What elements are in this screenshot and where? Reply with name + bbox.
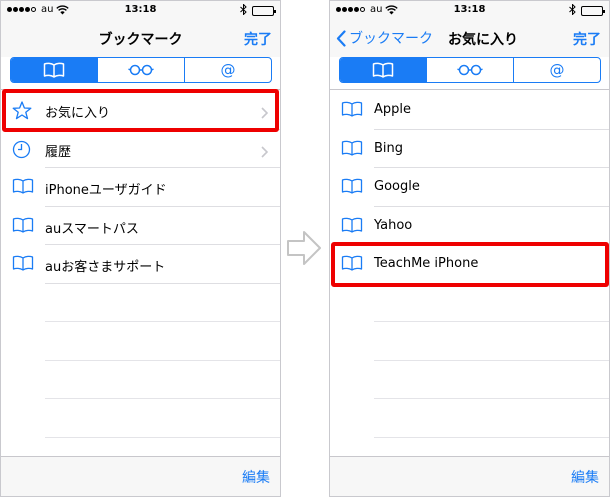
empty-row: [330, 399, 609, 438]
empty-row: [330, 361, 609, 400]
back-button[interactable]: ブックマーク: [336, 28, 433, 48]
list-item-bookmark[interactable]: Bing: [330, 130, 609, 169]
list-item-bookmark[interactable]: iPhoneユーザガイド: [1, 168, 280, 207]
list-item-label: Google: [374, 179, 420, 194]
book-icon: [43, 62, 65, 78]
list-item-bookmark[interactable]: auスマートパス: [1, 207, 280, 246]
book-icon: [341, 217, 363, 237]
empty-row: [1, 399, 280, 438]
done-button[interactable]: 完了: [244, 29, 272, 49]
book-icon: [372, 62, 394, 78]
segment-shared-links[interactable]: @: [184, 58, 271, 82]
list-item-bookmark[interactable]: Google: [330, 168, 609, 207]
edit-button[interactable]: 編集: [242, 467, 270, 487]
bluetooth-icon: [569, 3, 576, 18]
highlight-box-favorites: [2, 89, 279, 132]
glasses-icon: [457, 64, 483, 76]
empty-row: [1, 322, 280, 361]
glasses-icon: [128, 64, 154, 76]
book-icon: [12, 178, 34, 198]
segment-bookmarks[interactable]: [11, 58, 97, 82]
segment-bookmarks[interactable]: [340, 58, 426, 82]
chevron-right-icon: [261, 143, 269, 162]
status-bar: au 13:18: [1, 1, 280, 19]
book-icon: [12, 255, 34, 275]
battery-icon: [252, 6, 276, 16]
clock-icon: [12, 140, 31, 163]
list-item-bookmark[interactable]: auお客さまサポート: [1, 245, 280, 284]
list-item-history[interactable]: 履歴: [1, 130, 280, 169]
list-item-bookmark[interactable]: Apple: [330, 91, 609, 130]
segment-shared-links[interactable]: @: [513, 58, 600, 82]
list-item-label: auスマートパス: [45, 221, 139, 237]
list-item-label: Bing: [374, 140, 404, 156]
at-icon: @: [549, 61, 565, 79]
book-icon: [12, 217, 34, 237]
list-item-label: Apple: [374, 102, 412, 117]
list-item-label: iPhoneユーザガイド: [45, 183, 167, 198]
empty-row: [1, 284, 280, 323]
bookmark-segmented-control: @: [339, 57, 601, 83]
nav-title: お気に入り: [448, 32, 518, 48]
list-item-label: Yahoo: [374, 217, 413, 233]
status-time: 13:18: [453, 4, 486, 15]
chevron-left-icon: [336, 29, 346, 47]
done-button[interactable]: 完了: [573, 29, 601, 49]
left-phone-screen: au 13:18 ブックマーク 完了 @ お気に入り 履歴 iPhoneユーザガ…: [0, 0, 281, 497]
empty-row: [1, 361, 280, 400]
at-icon: @: [220, 61, 236, 79]
bookmark-segmented-control: @: [10, 57, 272, 83]
navigation-bar: ブックマーク 完了: [1, 19, 280, 57]
nav-title: ブックマーク: [98, 32, 183, 48]
back-button-label: ブックマーク: [349, 31, 433, 47]
segment-reading-list[interactable]: [426, 58, 513, 82]
bookmark-list: お気に入り 履歴 iPhoneユーザガイド auスマートパス auお客さまサポー…: [1, 91, 280, 438]
battery-icon: [581, 6, 605, 16]
bottom-toolbar: 編集: [330, 456, 609, 496]
navigation-bar: ブックマーク お気に入り 完了: [330, 19, 609, 57]
list-item-label: auお客さまサポート: [45, 260, 166, 275]
empty-row: [330, 284, 609, 323]
bluetooth-icon: [240, 3, 247, 18]
bottom-toolbar: 編集: [1, 456, 280, 496]
arrow-right-icon: [287, 231, 321, 265]
header-separator: [330, 89, 609, 90]
status-time: 13:18: [124, 4, 157, 15]
segment-reading-list[interactable]: [97, 58, 184, 82]
book-icon: [341, 101, 363, 121]
highlight-box-teachme-iphone: [331, 242, 609, 287]
book-icon: [341, 140, 363, 160]
list-item-label: 履歴: [45, 144, 72, 160]
status-bar: au 13:18: [330, 1, 609, 19]
edit-button[interactable]: 編集: [571, 467, 599, 487]
book-icon: [341, 178, 363, 198]
empty-row: [330, 322, 609, 361]
list-item-bookmark[interactable]: Yahoo: [330, 207, 609, 246]
